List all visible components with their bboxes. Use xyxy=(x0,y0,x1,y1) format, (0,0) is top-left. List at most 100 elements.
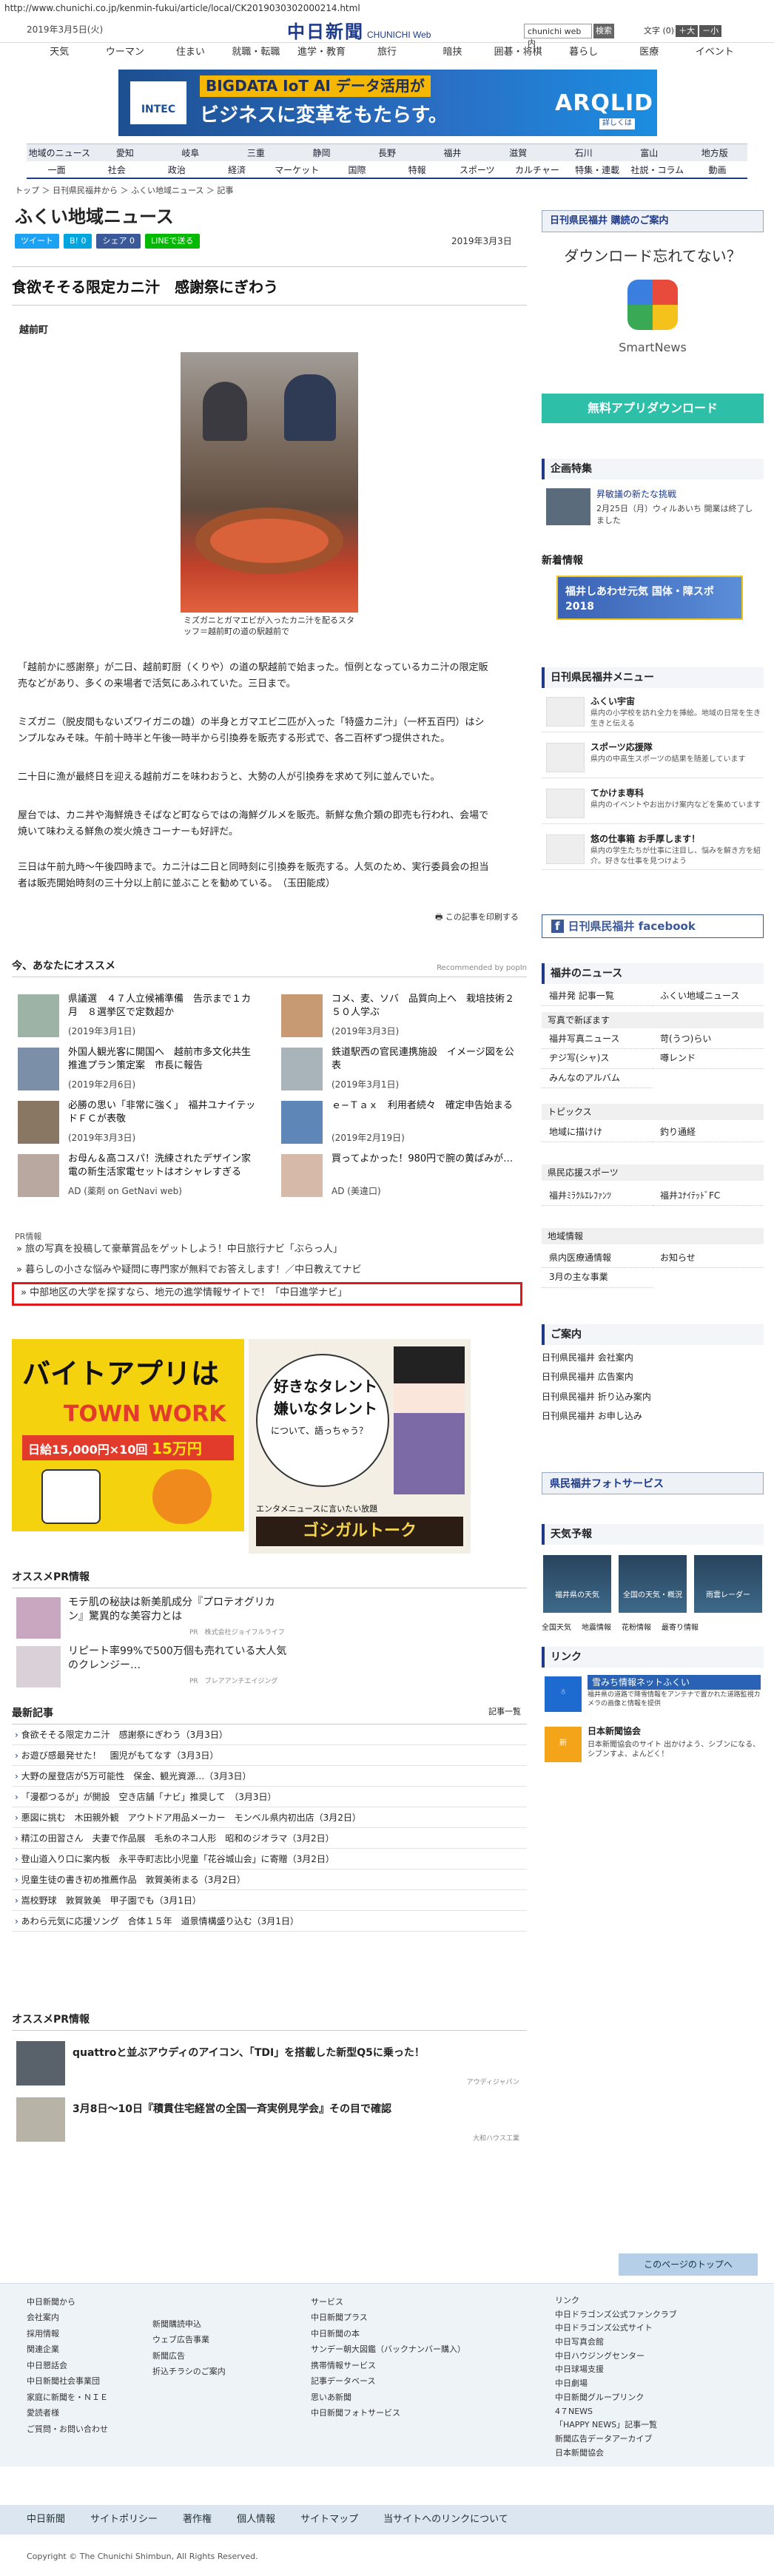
gnav-item[interactable]: 天気 xyxy=(27,43,92,62)
footer-link[interactable]: ご質問・お問い合わせ xyxy=(27,2421,108,2437)
gnav-item[interactable]: 医療 xyxy=(616,43,682,62)
gnav-item[interactable]: 旅行 xyxy=(354,43,420,62)
footer-link[interactable]: 会社案内 xyxy=(27,2310,108,2325)
weather-fukui[interactable] xyxy=(543,1555,611,1613)
weather-link[interactable]: 最寄り情報 xyxy=(662,1623,699,1634)
download-button[interactable]: 無料アプリダウンロード xyxy=(542,394,764,423)
regional-nav-item[interactable]: 滋賀 xyxy=(485,144,551,161)
link-press[interactable]: 新 日本新聞協会 日本新聞協会のサイト 出かけよう、シブンになる、シブンすよ、よ… xyxy=(542,1724,764,1768)
font-reset-button[interactable]: (0) xyxy=(663,26,675,36)
footer-link[interactable]: 中日写真会館 xyxy=(555,2336,677,2350)
sidebar-link[interactable]: 福井発 記事一覧 xyxy=(542,987,653,1007)
sidebar-link[interactable]: 地域に描けけ xyxy=(542,1123,653,1143)
regional-nav-item[interactable]: 富山 xyxy=(616,144,682,161)
latest-article-link[interactable]: › 登山道入り口に案内板 永平寺町志比小児童「花谷城山会」に寄贈（3月2日） xyxy=(12,1849,527,1870)
guide-link[interactable]: 日刊県民福井 お申し込み xyxy=(542,1406,764,1426)
pr-link[interactable]: » 旅の写真を投稿して豪華賞品をゲットしよう！中日旅行ナビ「ぶらっ人」 xyxy=(16,1243,519,1257)
gnav-item[interactable]: 暗挟 xyxy=(420,43,485,62)
sidebar-link[interactable]: 噂レンド xyxy=(653,1049,764,1069)
footer-link[interactable]: 中日新聞フォトサービス xyxy=(311,2405,465,2421)
footer-link[interactable]: 新聞広告 xyxy=(152,2348,226,2364)
pr3-item[interactable]: quattroと並ぶアウディのアイコン、「TDI」を搭載した新型Q5に乗った！ … xyxy=(12,2035,527,2091)
link-snow[interactable]: ☃ 雪みち情報ネットふくい 福井県の道路で降雪情報をアンテナで置かれた道路監視カ… xyxy=(542,1673,764,1718)
latest-article-link[interactable]: › 大野の屋登店が5万可能性 保金、観光資源…（3月3日） xyxy=(12,1766,527,1787)
recommend-item[interactable]: 県議選 ４７人立候補準備 告示まで１カ月 ８選挙区で定数超か (2019年3月1日… xyxy=(12,991,260,1040)
footer-link[interactable]: 家庭に新聞を・ＮＩＥ xyxy=(27,2390,108,2405)
breadcrumb[interactable]: トップ ＞ 日刊県民福井から ＞ ふくい地域ニュース ＞ 記事 xyxy=(15,185,233,197)
footer-link[interactable]: 中日新聞プラス xyxy=(311,2310,465,2325)
url-bar[interactable]: http://www.chunichi.co.jp/kenmin-fukui/a… xyxy=(0,0,774,16)
category-nav-item[interactable]: 国際 xyxy=(327,161,387,178)
recommend-item[interactable]: 買ってよかった！980円で腕の黄ばみが… AD (美違口) xyxy=(275,1151,524,1200)
footer-link[interactable]: 中日ハウジングセンター xyxy=(555,2350,677,2364)
footer-link[interactable]: 4７NEWS xyxy=(555,2405,677,2419)
footer-link[interactable]: 中日ドラゴンズ公式ファンクラブ xyxy=(555,2308,677,2322)
line-share-button[interactable]: LINEで送る xyxy=(144,234,200,249)
facebook-link[interactable]: f 日刊県民福井 facebook xyxy=(542,914,764,938)
gnav-item[interactable]: イベント xyxy=(682,43,747,62)
photo-service-link[interactable]: 県民福井フォトサービス xyxy=(542,1472,764,1494)
footer-link[interactable]: 「HAPPY NEWS」記事一覧 xyxy=(555,2418,677,2432)
regional-nav-item[interactable]: 福井 xyxy=(420,144,485,161)
smartnews-ad[interactable]: ダウンロード忘れてない？ SmartNews 無料アプリダウンロード xyxy=(542,238,764,432)
font-plus-button[interactable]: ＋大 xyxy=(676,25,699,37)
recommend-item[interactable]: 外国人観光客に開国へ 越前市多文化共生推進プラン策定案 市長に報告 (2019年2… xyxy=(12,1045,260,1093)
search-input[interactable]: chunichi web 内 xyxy=(524,24,592,48)
guide-link[interactable]: 日刊県民福井 折り込み案内 xyxy=(542,1387,764,1406)
sidebar-link[interactable]: 福井ﾕﾅｲﾃｯﾄﾞFC xyxy=(653,1187,764,1207)
latest-article-link[interactable]: › 悪図に挑む 木田親外観 アウトドア用品メーカー モンベル県内初出店（3月2日… xyxy=(12,1807,527,1829)
regional-nav-item[interactable]: 地域のニュース xyxy=(27,144,92,161)
sidebar-link[interactable]: 釣り通経 xyxy=(653,1123,764,1143)
footer-link[interactable]: 採用情報 xyxy=(27,2326,108,2341)
recommend-item[interactable]: お母ん＆高コスパ！洗練されたデザイン家電の新生活家電セットはオシャレすぎる AD … xyxy=(12,1151,260,1200)
footer-bar-link[interactable]: 当サイトへのリンクについて xyxy=(383,2513,508,2527)
ad-gossip-talk[interactable]: 好きなタレント 嫌いなタレント について、語っちゃう？ エンタメニュースに言いた… xyxy=(249,1339,471,1554)
latest-article-link[interactable]: › お遊び感最発せた！ 園児がもてなす（3月3日） xyxy=(12,1745,527,1767)
sidebar-link[interactable]: 県内医療通情報 xyxy=(542,1249,653,1269)
sidebar-menu-item[interactable]: スポーツ応援隊 県内の中高生スポーツの結果を随差しています xyxy=(542,738,764,778)
regional-nav-item[interactable]: 愛知 xyxy=(92,144,158,161)
recommend-item[interactable]: 必勝の思い「非常に強く」 福井ユナイテッドＦＣが表敬 (2019年3月3日) xyxy=(12,1098,260,1147)
footer-link[interactable]: リンク xyxy=(555,2294,677,2308)
recommend-item[interactable]: 鉄道駅西の官民連携施設 イメージ図を公表 (2019年3月1日) xyxy=(275,1045,524,1093)
pr2-item[interactable]: モテ肌の秘訣は新美肌成分『プロテオグリカン』驚異的な美容力とは PR 株式会社ジ… xyxy=(12,1593,527,1642)
sidebar-menu-item[interactable]: 悠の仕事箱 お手厚します！ 県内の学生たちが仕事に注目し、悩みを解き方を紹介。好き… xyxy=(542,830,764,870)
category-nav-item[interactable]: 政治 xyxy=(147,161,206,178)
gnav-item[interactable]: 進学・教育 xyxy=(289,43,354,62)
latest-article-link[interactable]: › 食欲そそる限定カニ汁 感謝祭にぎわう（3月3日） xyxy=(12,1724,527,1746)
gnav-item[interactable]: 就職・転職 xyxy=(223,43,289,62)
recommend-provider[interactable]: Recommended by popIn xyxy=(437,963,527,974)
pr2-item[interactable]: リピート率99%で500万個も売れている大人気のクレンジー… PR ブレアアンチ… xyxy=(12,1642,527,1690)
regional-nav-item[interactable]: 長野 xyxy=(354,144,420,161)
feature-item[interactable]: 昇敏議の新たな挑戦 2月25日（月）ウィルあいち 開業は終了しました xyxy=(542,485,764,530)
footer-bar-link[interactable]: 個人情報 xyxy=(237,2513,275,2527)
footer-link[interactable]: 携帯情報サービス xyxy=(311,2358,465,2373)
footer-link[interactable]: 新聞購読申込 xyxy=(152,2316,226,2332)
footer-link[interactable]: サンデー朝大図鑑（バックナンバー購入） xyxy=(311,2341,465,2357)
footer-bar-link[interactable]: 中日新聞 xyxy=(27,2513,65,2527)
regional-nav-item[interactable]: 地方版 xyxy=(682,144,747,161)
recommend-item[interactable]: ｅ−Ｔａｘ 利用者続々 確定申告始まる (2019年2月19日) xyxy=(275,1098,524,1147)
category-nav-item[interactable]: スポーツ xyxy=(447,161,507,178)
footer-link[interactable]: ウェブ広告事業 xyxy=(152,2332,226,2347)
footer-link[interactable]: 中日劇場 xyxy=(555,2377,677,2391)
gnav-item[interactable]: ウーマン xyxy=(92,43,158,62)
category-nav-item[interactable]: 社会 xyxy=(87,161,147,178)
footer-bar-link[interactable]: サイトマップ xyxy=(300,2513,358,2527)
footer-link[interactable]: 中日新聞の本 xyxy=(311,2326,465,2341)
category-nav-item[interactable]: カルチャー xyxy=(507,161,567,178)
gnav-item[interactable]: 住まい xyxy=(158,43,223,62)
footer-bar-link[interactable]: 著作権 xyxy=(183,2513,212,2527)
latest-article-link[interactable]: › あわら元気に応援ソング 合体１５年 道景情構盛り込む（3月1日） xyxy=(12,1911,527,1932)
print-link[interactable]: 🖶 この記事を印刷する xyxy=(435,911,519,923)
weather-link[interactable]: 全国天気 xyxy=(542,1623,571,1634)
search-button[interactable]: 検索 xyxy=(593,24,614,38)
latest-article-link[interactable]: › 精江の田習さん 夫妻で作品展 毛糸のネコ人形 昭和のジオラマ（3月2日） xyxy=(12,1828,527,1850)
weather-link[interactable]: 花粉情報 xyxy=(622,1623,651,1634)
category-nav-item[interactable]: 社説・コラム xyxy=(627,161,687,178)
guide-link[interactable]: 日刊県民福井 広告案内 xyxy=(542,1367,764,1386)
footer-link[interactable]: 愛読者様 xyxy=(27,2405,108,2421)
sidebar-link[interactable]: 福井ﾐﾗｸﾙｴﾚﾌｧﾝﾂ xyxy=(542,1187,653,1207)
sidebar-menu-item[interactable]: てかけま専科 県内のイベントやお出かけ案内などを集めています xyxy=(542,784,764,824)
recommend-item[interactable]: コメ、麦、ソバ 品質向上へ 栽培技術２５０人学ぶ (2019年3月3日) xyxy=(275,991,524,1040)
